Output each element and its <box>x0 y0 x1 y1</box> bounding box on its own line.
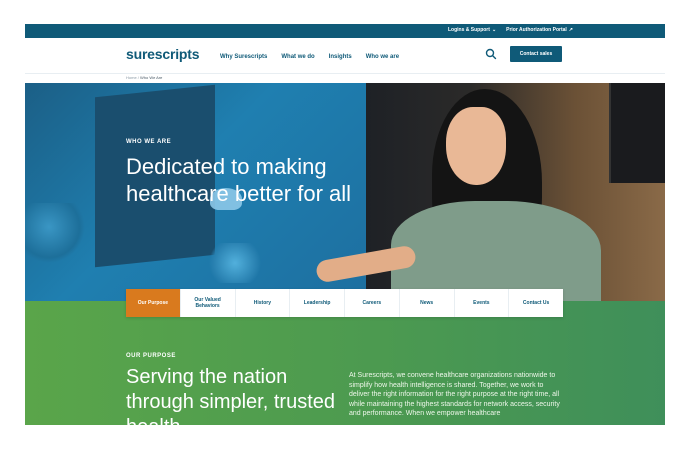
purpose-body: At Surescripts, we convene healthcare or… <box>349 372 560 417</box>
tab-history[interactable]: History <box>236 289 291 317</box>
nav-who-we-are[interactable]: Who we are <box>366 54 399 60</box>
nav-why-surescripts[interactable]: Why Surescripts <box>220 54 267 60</box>
hero-text: WHO WE ARE Dedicated to making healthcar… <box>126 139 376 207</box>
search-icon[interactable] <box>485 48 497 60</box>
contact-sales-button[interactable]: Contact sales <box>510 46 562 62</box>
tab-our-purpose[interactable]: Our Purpose <box>126 289 181 317</box>
hero-section: WHO WE ARE Dedicated to making healthcar… <box>25 83 665 301</box>
logo-text: surescripts <box>126 46 200 62</box>
surescripts-logo[interactable]: surescripts <box>126 46 199 62</box>
tab-contact-us[interactable]: Contact Us <box>509 289 563 317</box>
utility-links: Logins & Support ⌄ Prior Authorization P… <box>448 27 573 33</box>
tab-news[interactable]: News <box>400 289 455 317</box>
hero-photo <box>314 83 665 301</box>
hero-person-body <box>391 201 601 301</box>
hero-person-face <box>446 107 506 185</box>
prior-authorization-label: Prior Authorization Portal <box>506 27 567 33</box>
hero-plant-shape <box>25 203 85 263</box>
external-arrow-icon: ↗ <box>568 27 573 33</box>
hero-title: Dedicated to making healthcare better fo… <box>126 154 352 206</box>
tab-careers[interactable]: Careers <box>345 289 400 317</box>
section-tabs: Our Purpose Our Valued Behaviors History… <box>126 289 563 317</box>
logins-support-link[interactable]: Logins & Support ⌄ <box>448 27 496 33</box>
nav-insights[interactable]: Insights <box>329 54 352 60</box>
purpose-eyebrow: OUR PURPOSE <box>126 353 176 359</box>
hero-plant-shape-2 <box>205 243 265 283</box>
nav-what-we-do[interactable]: What we do <box>281 54 314 60</box>
hero-tv-shape <box>609 83 665 183</box>
breadcrumb-current: Who We Are <box>140 75 163 80</box>
prior-authorization-link[interactable]: Prior Authorization Portal ↗ <box>506 27 573 33</box>
breadcrumb-home[interactable]: Home <box>126 75 137 80</box>
page: Logins & Support ⌄ Prior Authorization P… <box>25 24 665 425</box>
tab-leadership[interactable]: Leadership <box>290 289 345 317</box>
logins-support-label: Logins & Support <box>447 27 490 33</box>
chevron-down-icon: ⌄ <box>491 27 497 33</box>
hero-eyebrow: WHO WE ARE <box>126 139 172 145</box>
tab-our-valued-behaviors[interactable]: Our Valued Behaviors <box>181 289 236 317</box>
purpose-title: Serving the nation through simpler, trus… <box>126 366 335 425</box>
breadcrumb: Home / Who We Are <box>126 75 162 80</box>
main-nav: Why Surescripts What we do Insights Who … <box>220 54 399 60</box>
site-header: surescripts Why Surescripts What we do I… <box>25 38 665 74</box>
utility-bar: Logins & Support ⌄ Prior Authorization P… <box>25 24 665 38</box>
purpose-section: OUR PURPOSE Serving the nation through s… <box>25 301 665 425</box>
tab-events[interactable]: Events <box>455 289 510 317</box>
